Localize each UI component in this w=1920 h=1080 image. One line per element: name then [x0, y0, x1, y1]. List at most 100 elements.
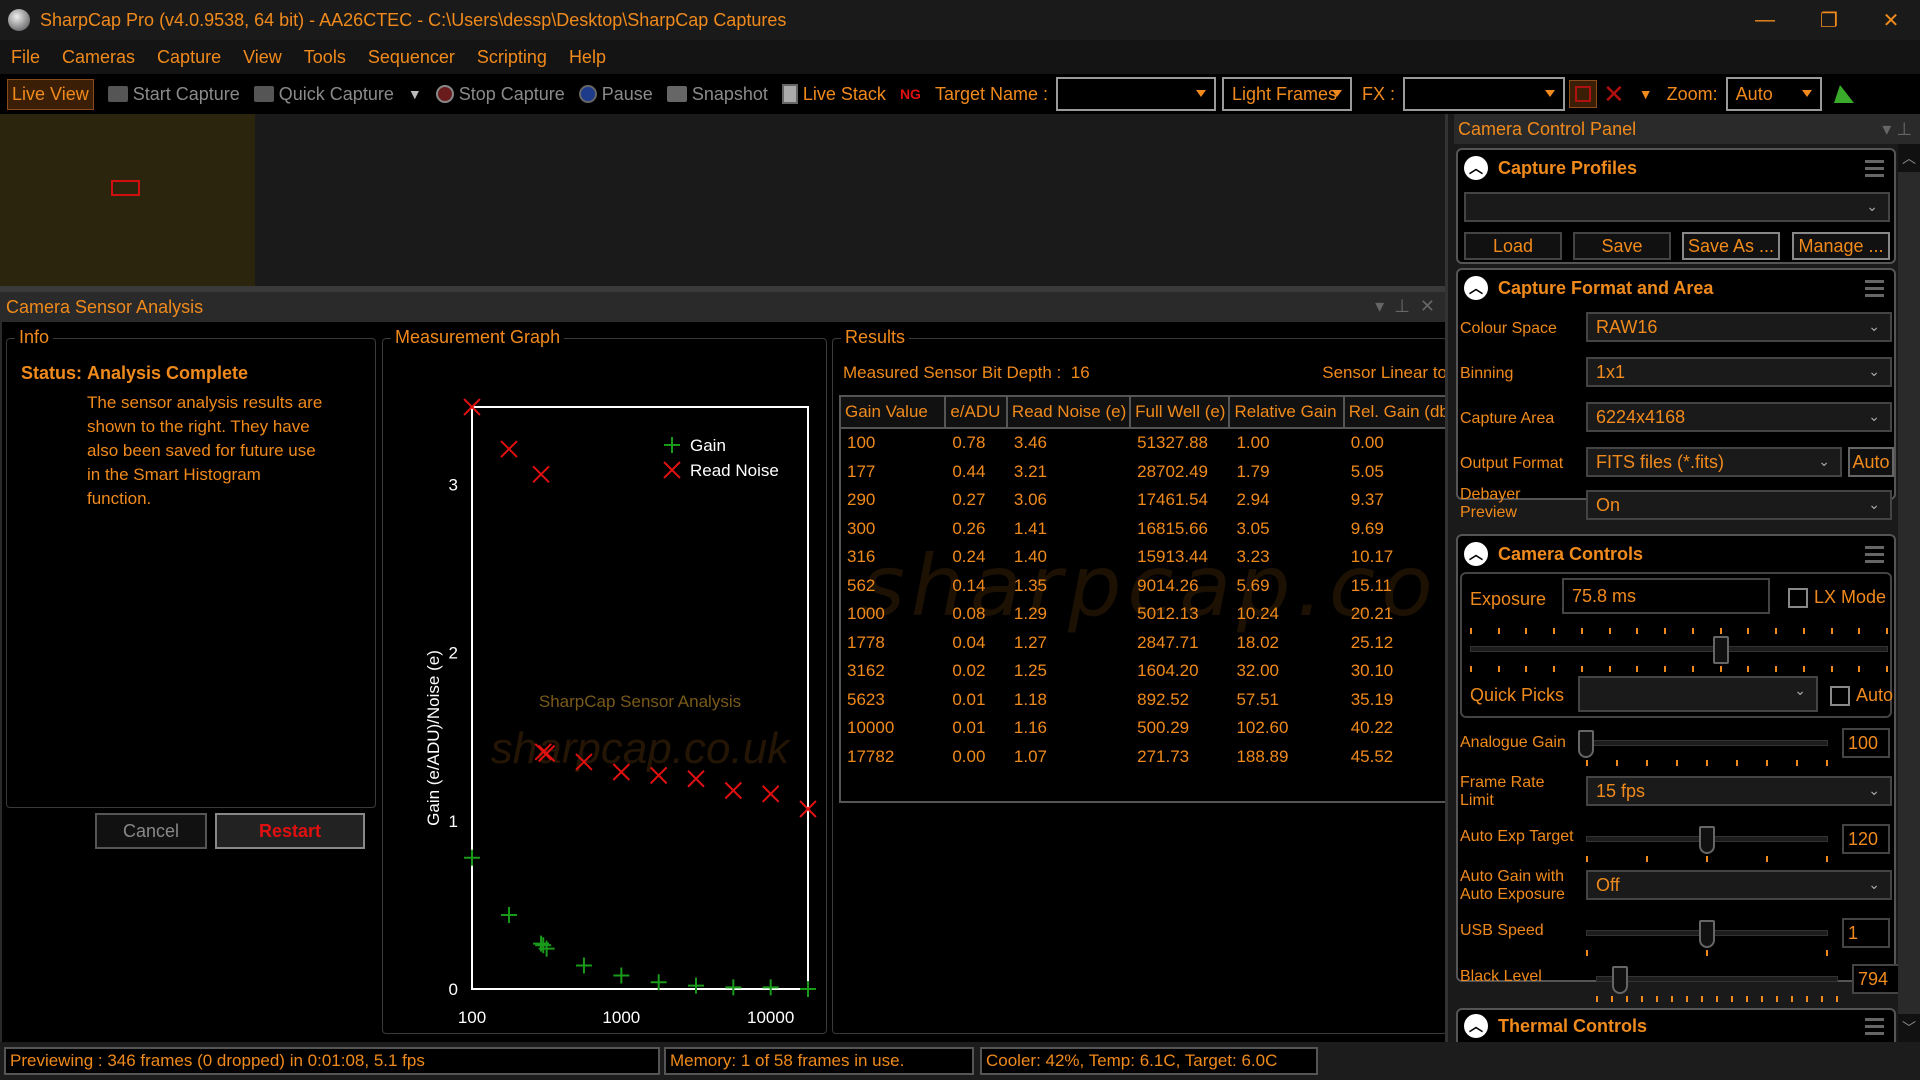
- table-row[interactable]: 177 0.44 3.21 28702.49 1.79 5.05: [841, 458, 1457, 487]
- exposure-input[interactable]: 75.8 ms: [1562, 578, 1770, 614]
- restart-button[interactable]: Restart: [215, 813, 365, 849]
- panel-scrollbar[interactable]: ︿ ﹀: [1898, 144, 1920, 1042]
- menu-view[interactable]: View: [232, 47, 293, 68]
- menu-icon[interactable]: [1865, 160, 1884, 181]
- quick-capture-button[interactable]: Quick Capture: [253, 84, 394, 105]
- dock-menu-icon[interactable]: ▾: [1375, 296, 1384, 317]
- column-header[interactable]: Read Noise (e): [1008, 397, 1132, 427]
- analogue-gain-slider-track[interactable]: [1586, 740, 1828, 746]
- zoom-combo[interactable]: Auto: [1725, 77, 1822, 111]
- black-level-value[interactable]: 794: [1852, 964, 1900, 994]
- binning-select[interactable]: 1x1 ⌄: [1586, 357, 1892, 387]
- usb-speed-value[interactable]: 1: [1842, 918, 1890, 948]
- target-name-combo[interactable]: [1055, 77, 1216, 111]
- black-level-slider-thumb[interactable]: [1612, 966, 1629, 994]
- analogue-gain-value[interactable]: 100: [1842, 728, 1890, 758]
- scroll-down-icon[interactable]: ﹀: [1898, 1014, 1920, 1042]
- save-as-button[interactable]: Save As ...: [1682, 232, 1780, 260]
- close-button[interactable]: ✕: [1862, 0, 1920, 40]
- column-header[interactable]: Rel. Gain (db): [1345, 397, 1457, 427]
- menu-sequencer[interactable]: Sequencer: [357, 47, 466, 68]
- capture-options-dropdown[interactable]: ▼: [408, 86, 422, 102]
- menu-icon[interactable]: [1865, 280, 1884, 301]
- exposure-slider-thumb[interactable]: [1712, 636, 1729, 664]
- exposure-slider-track[interactable]: [1470, 646, 1888, 652]
- pause-button[interactable]: Pause: [578, 84, 653, 105]
- collapse-icon[interactable]: ︿: [1464, 1014, 1488, 1038]
- collapse-icon[interactable]: ︿: [1464, 276, 1488, 300]
- save-button[interactable]: Save: [1573, 232, 1671, 260]
- column-header[interactable]: Relative Gain: [1230, 397, 1345, 427]
- menu-file[interactable]: File: [0, 47, 51, 68]
- histogram-button[interactable]: [1833, 85, 1854, 103]
- auto-gain-select[interactable]: Off ⌄: [1586, 870, 1892, 900]
- collapse-icon[interactable]: ︿: [1464, 156, 1488, 180]
- load-button[interactable]: Load: [1464, 232, 1562, 260]
- table-row[interactable]: 100 0.78 3.46 51327.88 1.00 0.00: [841, 429, 1457, 458]
- usb-speed-slider-thumb[interactable]: [1699, 920, 1715, 948]
- column-header[interactable]: Gain Value: [841, 397, 947, 427]
- table-row[interactable]: 5623 0.01 1.18 892.52 57.51 35.19: [841, 686, 1457, 715]
- table-row[interactable]: 1778 0.04 1.27 2847.71 18.02 25.12: [841, 629, 1457, 658]
- quick-picks-select[interactable]: ⌄: [1578, 676, 1818, 712]
- snapshot-button[interactable]: Snapshot: [666, 84, 768, 105]
- menu-capture[interactable]: Capture: [146, 47, 232, 68]
- table-row[interactable]: 300 0.26 1.41 16815.66 3.05 9.69: [841, 515, 1457, 544]
- menu-cameras[interactable]: Cameras: [51, 47, 146, 68]
- collapse-icon[interactable]: ︿: [1464, 542, 1488, 566]
- stop-capture-button[interactable]: Stop Capture: [435, 84, 565, 105]
- output-format-select[interactable]: FITS files (*.fits) ⌄: [1586, 447, 1842, 477]
- tick-mark: [1608, 628, 1611, 634]
- auto-exp-target-value[interactable]: 120: [1842, 824, 1890, 854]
- table-row[interactable]: 562 0.14 1.35 9014.26 5.69 15.11: [841, 572, 1457, 601]
- frame-rate-select[interactable]: 15 fps ⌄: [1586, 776, 1892, 806]
- scroll-up-icon[interactable]: ︿: [1898, 144, 1920, 172]
- ng-tool-button[interactable]: NG: [900, 86, 921, 102]
- menu-help[interactable]: Help: [558, 47, 617, 68]
- column-header[interactable]: Full Well (e): [1131, 397, 1231, 427]
- analogue-gain-slider-thumb[interactable]: [1578, 730, 1594, 758]
- live-preview-area[interactable]: [0, 114, 1445, 286]
- remove-reticle-button[interactable]: ✕: [1603, 79, 1625, 110]
- focus-roi-box[interactable]: [111, 180, 140, 196]
- debayer-preview-select[interactable]: On ⌄: [1586, 490, 1892, 520]
- output-format-auto-button[interactable]: Auto: [1848, 447, 1894, 477]
- minimize-button[interactable]: —: [1736, 0, 1794, 40]
- table-row[interactable]: 290 0.27 3.06 17461.54 2.94 9.37: [841, 486, 1457, 515]
- table-row[interactable]: 17782 0.00 1.07 271.73 188.89 45.52: [841, 743, 1457, 772]
- frame-type-combo[interactable]: Light Frames: [1221, 77, 1352, 111]
- live-stack-button[interactable]: Live Stack: [781, 84, 886, 105]
- fx-combo[interactable]: [1403, 77, 1565, 111]
- cancel-button[interactable]: Cancel: [95, 813, 207, 849]
- menu-icon[interactable]: [1865, 1018, 1884, 1039]
- black-level-slider-track[interactable]: [1596, 976, 1838, 982]
- colour-space-select[interactable]: RAW16 ⌄: [1586, 312, 1892, 342]
- table-row[interactable]: 1000 0.08 1.29 5012.13 10.24 20.21: [841, 600, 1457, 629]
- live-view-button[interactable]: Live View: [7, 78, 94, 110]
- results-table[interactable]: Gain Value e/ADU Read Noise (e) Full Wel…: [839, 395, 1459, 803]
- close-icon[interactable]: ✕: [1420, 296, 1435, 317]
- capture-area-select[interactable]: 6224x4168 ⌄: [1586, 402, 1892, 432]
- table-row[interactable]: 316 0.24 1.40 15913.44 3.23 10.17: [841, 543, 1457, 572]
- reticle-button[interactable]: [1569, 80, 1597, 108]
- menu-scripting[interactable]: Scripting: [466, 47, 558, 68]
- manage-button[interactable]: Manage ...: [1792, 232, 1890, 260]
- profile-select[interactable]: ⌄: [1464, 192, 1890, 222]
- lx-mode-checkbox[interactable]: [1788, 588, 1808, 608]
- pin-icon[interactable]: ⊥: [1394, 296, 1410, 317]
- tick-mark: [1821, 996, 1823, 1002]
- menu-icon[interactable]: [1865, 546, 1884, 567]
- restore-button[interactable]: ❐: [1800, 0, 1858, 40]
- status-value: Analysis Complete: [87, 363, 249, 383]
- overlay-options-dropdown[interactable]: ▼: [1639, 86, 1653, 102]
- table-row[interactable]: 3162 0.02 1.25 1604.20 32.00 30.10: [841, 657, 1457, 686]
- pin-icon[interactable]: ▾ ⊥: [1882, 119, 1912, 140]
- column-header[interactable]: e/ADU: [946, 397, 1008, 427]
- menu-tools[interactable]: Tools: [293, 47, 357, 68]
- auto-exp-target-slider-thumb[interactable]: [1699, 826, 1715, 854]
- auto-exposure-checkbox[interactable]: [1830, 686, 1850, 706]
- y-tick-label: 2: [449, 644, 458, 663]
- tick-mark: [1826, 856, 1828, 862]
- start-capture-button[interactable]: Start Capture: [107, 84, 240, 105]
- table-row[interactable]: 10000 0.01 1.16 500.29 102.60 40.22: [841, 714, 1457, 743]
